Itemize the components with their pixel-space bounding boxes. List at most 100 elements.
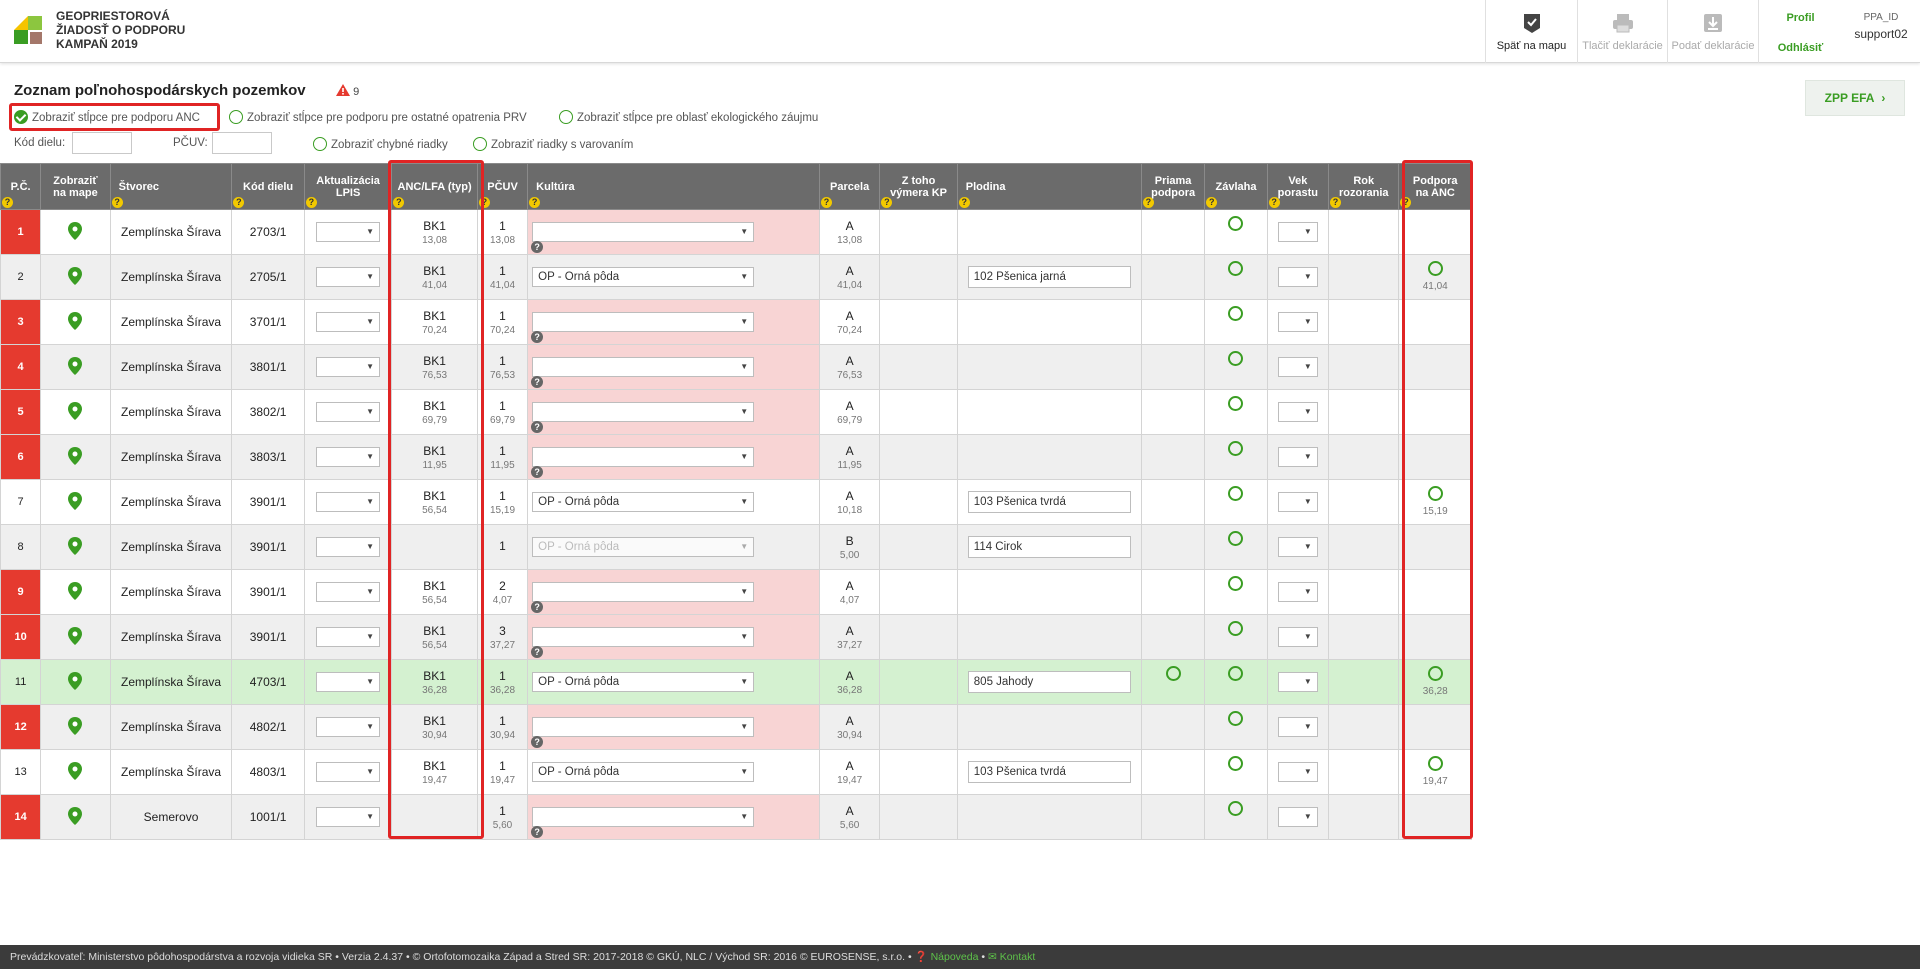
circle-icon[interactable] xyxy=(1228,441,1244,456)
lpis-select[interactable] xyxy=(316,762,381,782)
lpis-select[interactable] xyxy=(316,627,381,647)
show-on-map-cell[interactable] xyxy=(40,749,111,795)
help-icon[interactable]: ? xyxy=(111,197,123,208)
col-plodina[interactable]: Plodina? xyxy=(956,163,1142,210)
show-on-map-cell[interactable] xyxy=(40,569,111,615)
table-row[interactable]: 4 Zemplínska Šírava 3801/1 BK176,53 176,… xyxy=(0,344,1472,390)
filter-ekolog-toggle[interactable]: Zobraziť stĺpce pre oblasť ekologického … xyxy=(559,110,818,124)
table-row[interactable]: 1 Zemplínska Šírava 2703/1 BK113,08 113,… xyxy=(0,209,1472,255)
help-icon[interactable]: ? xyxy=(529,197,541,208)
circle-icon[interactable] xyxy=(1228,396,1244,411)
lpis-select[interactable] xyxy=(316,717,381,737)
kultura-select[interactable]: OP - Orná pôda xyxy=(532,762,755,782)
show-on-map-cell[interactable] xyxy=(40,299,111,345)
map-pin-icon[interactable] xyxy=(68,401,83,420)
filter-anc-toggle[interactable]: Zobraziť stĺpce pre podporu ANC xyxy=(14,110,200,124)
lpis-select[interactable] xyxy=(316,807,381,827)
logout-link[interactable]: Odhlásiť xyxy=(1759,42,1842,54)
vek-select[interactable] xyxy=(1277,627,1318,647)
kultura-select[interactable] xyxy=(532,447,755,467)
col-kod[interactable]: Kód dielu? xyxy=(231,163,305,210)
lpis-select[interactable] xyxy=(316,267,381,287)
lpis-select[interactable] xyxy=(316,222,381,242)
kultura-select[interactable]: OP - Orná pôda xyxy=(532,492,755,512)
vek-select[interactable] xyxy=(1277,402,1318,422)
col-podpora[interactable]: Podpora na ANC? xyxy=(1398,163,1472,210)
vek-select[interactable] xyxy=(1277,267,1318,287)
lpis-select[interactable] xyxy=(316,537,381,557)
circle-icon[interactable] xyxy=(1228,486,1244,501)
show-on-map-cell[interactable] xyxy=(40,794,111,840)
plodina-field[interactable]: 114 Cirok xyxy=(967,536,1131,558)
lpis-select[interactable] xyxy=(316,312,381,332)
col-zavlaha[interactable]: Závlaha? xyxy=(1204,163,1268,210)
help-icon[interactable]: ? xyxy=(2,197,13,208)
pcuv-input[interactable] xyxy=(212,132,272,154)
circle-icon[interactable] xyxy=(1427,486,1443,501)
map-pin-icon[interactable] xyxy=(68,716,83,735)
map-pin-icon[interactable] xyxy=(68,446,83,465)
help-icon[interactable]: ? xyxy=(958,197,970,208)
lpis-select[interactable] xyxy=(316,492,381,512)
help-icon[interactable]: ? xyxy=(531,826,544,838)
show-on-map-cell[interactable] xyxy=(40,254,111,300)
table-row[interactable]: 12 Zemplínska Šírava 4802/1 BK130,94 130… xyxy=(0,704,1472,750)
vek-select[interactable] xyxy=(1277,357,1318,377)
table-row[interactable]: 7 Zemplínska Šírava 3901/1 BK156,54 115,… xyxy=(0,479,1472,525)
plodina-field[interactable]: 102 Pšenica jarná xyxy=(967,266,1131,288)
help-icon[interactable]: ? xyxy=(478,197,490,208)
kultura-select[interactable] xyxy=(532,357,755,377)
circle-icon[interactable] xyxy=(1228,306,1244,321)
map-pin-icon[interactable] xyxy=(68,626,83,645)
circle-icon[interactable] xyxy=(1228,576,1244,591)
help-icon[interactable]: ? xyxy=(1206,197,1218,208)
vek-select[interactable] xyxy=(1277,762,1318,782)
map-pin-icon[interactable] xyxy=(68,671,83,690)
table-row[interactable]: 10 Zemplínska Šírava 3901/1 BK156,54 337… xyxy=(0,614,1472,660)
circle-icon[interactable] xyxy=(1228,801,1244,816)
lpis-select[interactable] xyxy=(316,582,381,602)
vek-select[interactable] xyxy=(1277,672,1318,692)
circle-icon[interactable] xyxy=(1228,261,1244,276)
col-parcela[interactable]: Parcela? xyxy=(818,163,881,210)
table-row[interactable]: 14 Semerovo 1001/1 15,60 ? A5,60 xyxy=(0,794,1472,840)
vek-select[interactable] xyxy=(1277,582,1318,602)
col-map[interactable]: Zobraziť na mape xyxy=(40,163,111,210)
back-to-map-button[interactable]: Späť na mapu xyxy=(1485,0,1577,63)
show-on-map-cell[interactable] xyxy=(40,614,111,660)
kultura-select[interactable] xyxy=(532,312,755,332)
lpis-select[interactable] xyxy=(316,357,381,377)
circle-icon[interactable] xyxy=(1427,666,1443,681)
help-icon[interactable]: ? xyxy=(531,466,544,478)
help-icon[interactable]: ? xyxy=(233,197,245,208)
lpis-select[interactable] xyxy=(316,672,381,692)
help-icon[interactable]: ? xyxy=(531,601,544,613)
col-rok[interactable]: Rok rozorania? xyxy=(1328,163,1400,210)
help-link[interactable]: ❓ Nápoveda xyxy=(915,951,979,963)
vek-select[interactable] xyxy=(1277,447,1318,467)
table-row[interactable]: 13 Zemplínska Šírava 4803/1 BK119,47 119… xyxy=(0,749,1472,795)
table-row[interactable]: 8 Zemplínska Šírava 3901/1 1 OP - Orná p… xyxy=(0,524,1472,570)
kultura-select[interactable]: OP - Orná pôda xyxy=(532,672,755,692)
zpp-efa-button[interactable]: ZPP EFA › xyxy=(1805,80,1905,116)
show-on-map-cell[interactable] xyxy=(40,434,111,480)
circle-icon[interactable] xyxy=(1228,666,1244,681)
help-icon[interactable]: ? xyxy=(820,197,832,208)
help-icon[interactable]: ? xyxy=(881,197,893,208)
vek-select[interactable] xyxy=(1277,222,1318,242)
circle-icon[interactable] xyxy=(1228,711,1244,726)
help-icon[interactable]: ? xyxy=(531,331,544,343)
map-pin-icon[interactable] xyxy=(68,536,83,555)
lpis-select[interactable] xyxy=(316,402,381,422)
plodina-field[interactable]: 805 Jahody xyxy=(967,671,1131,693)
table-row[interactable]: 3 Zemplínska Šírava 3701/1 BK170,24 170,… xyxy=(0,299,1472,345)
help-icon[interactable]: ? xyxy=(1268,197,1280,208)
col-kp[interactable]: Z toho výmera KP? xyxy=(879,163,958,210)
filter-prv-toggle[interactable]: Zobraziť stĺpce pre podporu pre ostatné … xyxy=(229,110,527,124)
help-icon[interactable]: ? xyxy=(531,736,544,748)
kultura-select[interactable]: OP - Orná pôda xyxy=(532,537,755,557)
table-row[interactable]: 2 Zemplínska Šírava 2705/1 BK141,04 141,… xyxy=(0,254,1472,300)
map-pin-icon[interactable] xyxy=(68,581,83,600)
map-pin-icon[interactable] xyxy=(68,221,83,240)
circle-icon[interactable] xyxy=(1228,216,1244,231)
